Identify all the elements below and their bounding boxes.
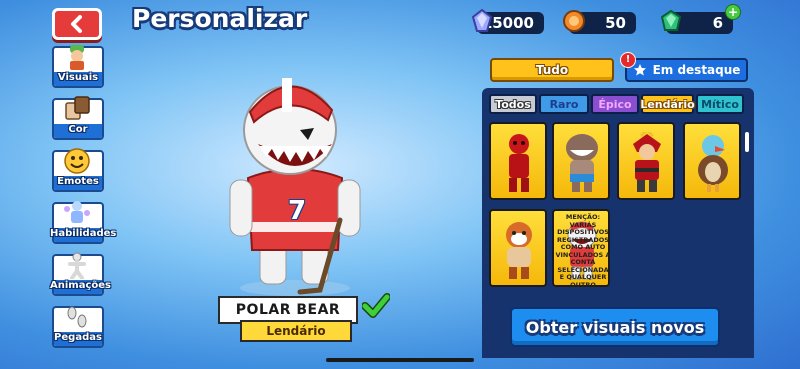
gem-icon	[467, 6, 497, 36]
skin-card-red-skeleton[interactable]	[489, 122, 547, 200]
grid-scrollbar[interactable]	[745, 132, 749, 152]
alert-badge-icon: !	[620, 52, 636, 68]
character-rarity: Lendário	[240, 320, 352, 342]
skin-card-samurai[interactable]	[617, 122, 675, 200]
sidebar-item-habilidades[interactable]: Habilidades	[50, 201, 117, 248]
character-icon	[62, 42, 92, 72]
chevron-left-icon	[71, 15, 82, 33]
emerald-icon	[656, 6, 686, 36]
emeralds-value: 6	[712, 14, 723, 32]
featured-button[interactable]: Em destaque	[625, 58, 748, 82]
character-preview[interactable]: 7	[220, 60, 370, 300]
tab-mitico[interactable]: Mítico	[696, 94, 744, 114]
sidebar-item-label: Visuais	[57, 72, 99, 83]
get-new-skins-button[interactable]: Obter visuais novos	[510, 307, 720, 347]
tab-todos[interactable]: Todos	[489, 94, 537, 114]
tab-epico[interactable]: Épico	[591, 94, 639, 114]
back-button[interactable]	[52, 8, 102, 40]
skin-card-shark[interactable]	[552, 122, 610, 200]
sidebar-item-emotes[interactable]: Emotes	[50, 148, 106, 196]
filter-all-button[interactable]: Tudo	[490, 58, 614, 82]
tokens-counter: 50	[563, 10, 636, 34]
tab-raro[interactable]: Raro	[539, 94, 589, 114]
sidebar-item-label: Emotes	[57, 176, 99, 187]
sidebar-item-visuais[interactable]: Visuais	[50, 45, 106, 92]
skin-card-red-panda[interactable]	[489, 209, 547, 287]
home-indicator[interactable]	[326, 358, 474, 362]
sidebar-item-label: Pegadas	[54, 332, 102, 343]
sidebar-item-animacoes[interactable]: Animações	[50, 252, 111, 300]
animation-icon	[62, 250, 92, 280]
tab-lendario[interactable]: Lendário	[640, 94, 695, 114]
tokens-value: 50	[605, 14, 626, 32]
sidebar-item-label: Habilidades	[50, 228, 117, 239]
add-emeralds-button[interactable]: +	[725, 4, 741, 20]
gems-counter: 15000	[471, 8, 544, 34]
page-title: Personalizar	[132, 4, 308, 33]
skin-card-bird[interactable]	[683, 122, 741, 200]
emeralds-counter: 6 +	[660, 4, 741, 34]
watermark-text: MENÇÃO: VARIÁS DISPOSITIVOS REGISTRADOS …	[555, 213, 611, 289]
token-icon	[559, 6, 589, 36]
color-swatch-icon	[62, 94, 92, 124]
sidebar-item-cor[interactable]: Cor	[50, 96, 106, 144]
sidebar-item-label: Cor	[68, 124, 88, 135]
sidebar-item-pegadas[interactable]: Pegadas	[50, 306, 106, 352]
featured-label: Em destaque	[652, 63, 741, 77]
jersey-number: 7	[287, 196, 307, 226]
equipped-check-icon	[361, 293, 391, 323]
footprints-icon	[62, 302, 92, 332]
sidebar-item-label: Animações	[50, 280, 111, 291]
smiley-icon	[62, 146, 92, 176]
ability-icon	[62, 198, 92, 228]
star-icon	[633, 64, 646, 76]
